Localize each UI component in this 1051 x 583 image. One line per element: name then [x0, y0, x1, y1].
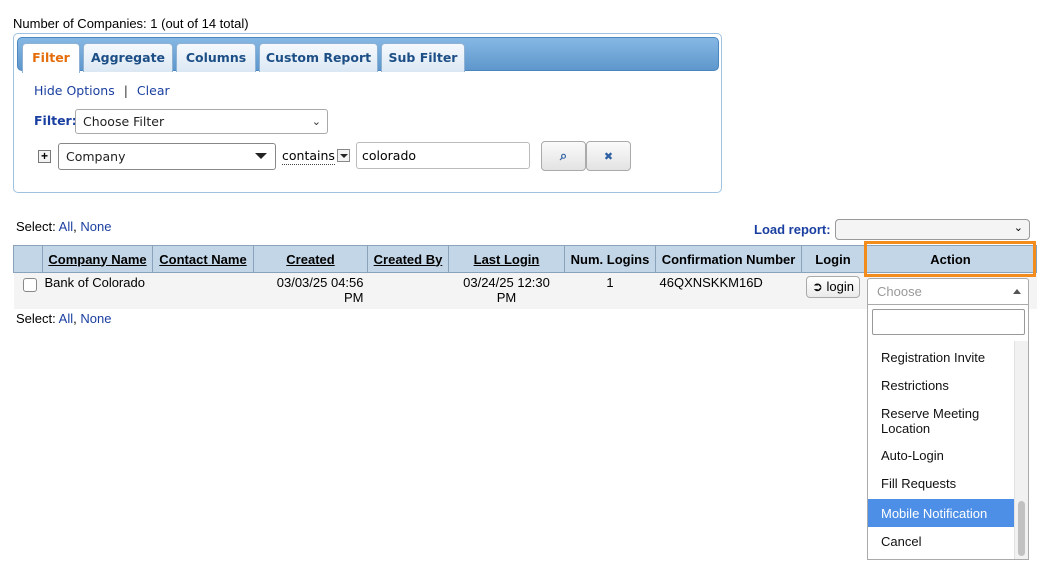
choose-filter-value: Choose Filter: [83, 114, 165, 129]
tab-bar: Filter Aggregate Columns Custom Report S…: [17, 37, 719, 73]
header-login: Login: [801, 245, 865, 273]
filter-label: Filter:: [34, 113, 77, 128]
action-select[interactable]: Choose: [867, 278, 1029, 305]
hide-options-link[interactable]: Hide Options: [34, 83, 115, 98]
load-report-label: Load report:: [754, 222, 831, 237]
cell-created: 03/03/25 04:56 PM: [253, 272, 368, 309]
select-label: Select:: [16, 311, 56, 326]
select-row-top: Select: All, None: [16, 219, 111, 234]
search-button[interactable]: ⌕: [541, 141, 586, 171]
login-button-label: login: [826, 279, 854, 294]
cell-company-name: Bank of Colorado: [42, 272, 153, 309]
chevron-down-icon: ⌄: [311, 115, 321, 128]
select-all-link[interactable]: All: [59, 219, 73, 234]
comma: ,: [73, 219, 77, 234]
caret-up-icon: [1013, 289, 1021, 294]
x-icon: ✖: [603, 151, 614, 163]
operator-dropdown-button[interactable]: [337, 149, 350, 162]
clear-filter-button[interactable]: ✖: [586, 141, 631, 171]
select-row-bottom: Select: All, None: [16, 311, 111, 326]
action-select-placeholder: Choose: [877, 284, 922, 299]
action-dropdown-panel: Registration Invite Restrictions Reserve…: [867, 305, 1029, 560]
header-select: [13, 245, 43, 273]
login-icon: ➲: [812, 279, 823, 294]
option-cancel[interactable]: Cancel: [868, 527, 1015, 555]
action-header-focus-outline: [864, 241, 1036, 277]
filter-value-input[interactable]: colorado: [356, 142, 530, 169]
scrollbar-thumb[interactable]: [1018, 501, 1025, 556]
chevron-down-icon: ⌄: [1013, 222, 1023, 234]
dropdown-scrollbar[interactable]: [1014, 341, 1028, 559]
header-num-logins: Num. Logins: [564, 245, 656, 273]
tab-aggregate[interactable]: Aggregate: [83, 43, 173, 72]
caret-down-icon: [255, 153, 267, 159]
options-links: Hide Options | Clear: [34, 83, 170, 98]
field-select-value: Company: [66, 149, 126, 164]
tab-custom-report[interactable]: Custom Report: [259, 43, 378, 72]
select-none-link[interactable]: None: [80, 219, 111, 234]
load-report-select[interactable]: ⌄: [835, 219, 1030, 240]
cell-num-logins: 1: [564, 272, 656, 309]
cell-last-login: 03/24/25 12:30 PM: [448, 272, 565, 309]
search-icon: ⌕: [559, 148, 568, 163]
clear-link[interactable]: Clear: [137, 83, 170, 98]
cell-created-by: [367, 272, 449, 309]
filter-panel: Filter Aggregate Columns Custom Report S…: [13, 33, 722, 193]
header-company-name[interactable]: Company Name: [42, 245, 153, 273]
option-fill-requests[interactable]: Fill Requests: [868, 470, 1015, 499]
comma: ,: [73, 311, 77, 326]
add-condition-button[interactable]: +: [38, 150, 51, 163]
field-select[interactable]: Company: [58, 143, 276, 170]
cell-login: ➲ login: [801, 272, 865, 309]
option-registration-invite[interactable]: Registration Invite: [868, 341, 1015, 369]
select-none-link[interactable]: None: [80, 311, 111, 326]
cell-contact-name: [152, 272, 254, 309]
option-mobile-notification[interactable]: Mobile Notification: [868, 499, 1015, 527]
row-checkbox-cell: [13, 272, 43, 309]
select-label: Select:: [16, 219, 56, 234]
tab-sub-filter[interactable]: Sub Filter: [381, 43, 465, 72]
operator-label[interactable]: contains: [282, 148, 335, 165]
action-options-list: Registration Invite Restrictions Reserve…: [868, 341, 1015, 555]
choose-filter-select[interactable]: Choose Filter ⌄: [75, 109, 328, 134]
header-created-by[interactable]: Created By: [367, 245, 449, 273]
login-button[interactable]: ➲ login: [806, 276, 860, 298]
option-restrictions[interactable]: Restrictions: [868, 369, 1015, 397]
header-created[interactable]: Created: [253, 245, 368, 273]
caret-down-icon: [340, 154, 348, 158]
tab-filter[interactable]: Filter: [22, 43, 80, 73]
tab-columns[interactable]: Columns: [176, 43, 256, 72]
link-separator: |: [123, 83, 128, 98]
row-checkbox[interactable]: [22, 278, 37, 292]
header-contact-name[interactable]: Contact Name: [152, 245, 254, 273]
option-auto-login[interactable]: Auto-Login: [868, 442, 1015, 470]
company-count-text: Number of Companies: 1 (out of 14 total): [13, 16, 249, 31]
header-last-login[interactable]: Last Login: [448, 245, 565, 273]
option-reserve-meeting-location[interactable]: Reserve Meeting Location: [868, 397, 1015, 442]
action-search-input[interactable]: [872, 309, 1025, 335]
cell-confirmation-number: 46QXNSKKM16D: [655, 272, 802, 309]
header-confirmation-number: Confirmation Number: [655, 245, 802, 273]
select-all-link[interactable]: All: [59, 311, 73, 326]
